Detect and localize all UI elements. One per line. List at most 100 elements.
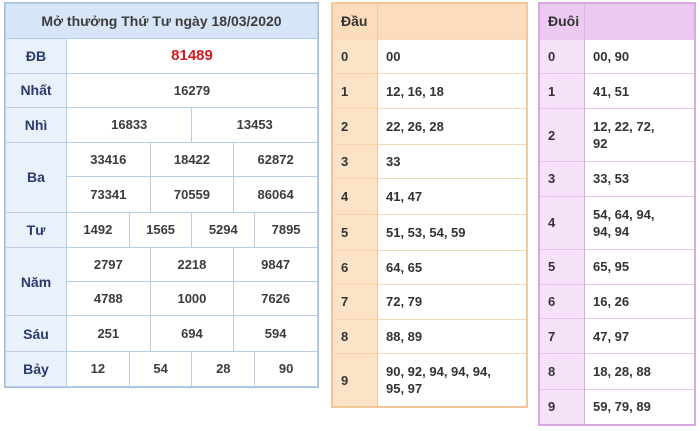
tail-digit-values: 33, 53: [584, 161, 694, 197]
head-digit-values: 33: [377, 143, 526, 179]
prize-bay-value: 12: [66, 350, 130, 388]
prize-bay-value: 28: [191, 350, 256, 388]
head-digit-key: 5: [333, 213, 378, 251]
head-digit-key: 2: [333, 107, 378, 145]
tail-digit-key: 9: [540, 388, 585, 424]
head-digit-values-line: 22, 26, 28: [386, 118, 444, 134]
results-table: Mở thưởng Thứ Tư ngày 18/03/2020 ĐB 8148…: [4, 2, 319, 388]
tail-digit-grid: Đuôi 0 00, 90 1 41, 51 2 12, 22, 72, 92 3 33,…: [540, 4, 694, 424]
head-digit-values-line: 00: [386, 48, 401, 64]
prize-ba-value: 62872: [233, 142, 318, 178]
head-digit-values: 90, 92, 94, 94, 94, 95, 97: [377, 353, 526, 406]
results-title: Mở thưởng Thứ Tư ngày 18/03/2020: [5, 2, 318, 40]
head-digit-table: Đầu 0 00 1 12, 16, 18 2 22, 26, 28 3 33 4 41,…: [331, 2, 528, 408]
head-digit-key: 9: [333, 353, 378, 406]
head-digit-key: 1: [333, 73, 378, 109]
tail-digit-values: 18, 28, 88: [584, 352, 694, 390]
prize-tu-value: 1492: [66, 211, 130, 248]
tail-digit-values: 16, 26: [584, 283, 694, 319]
prize-label-bay: Bảy: [5, 350, 67, 388]
prize-sau-value: 594: [233, 315, 318, 352]
head-digit-grid: Đầu 0 00 1 12, 16, 18 2 22, 26, 28 3 33 4 41,…: [333, 4, 526, 406]
prize-nhi-value: 13453: [191, 106, 318, 144]
head-digit-values: 41, 47: [377, 178, 526, 215]
tail-digit-values-line: 33, 53: [593, 171, 630, 187]
prize-ba-value: 18422: [149, 142, 235, 178]
prize-label-nam: Năm: [5, 246, 67, 317]
head-digit-values-line: 64, 65: [386, 259, 423, 275]
tail-digit-table: Đuôi 0 00, 90 1 41, 51 2 12, 22, 72, 92 3 33,…: [538, 2, 696, 426]
prize-tu-value: 7895: [254, 211, 318, 248]
tail-digit-header: Đuôi: [540, 4, 585, 40]
head-digit-values: 00: [377, 38, 526, 74]
prize-db-value: 81489: [66, 38, 318, 74]
prize-ba-value: 86064: [233, 176, 318, 213]
head-digit-values: 88, 89: [377, 318, 526, 354]
head-digit-values: 64, 65: [377, 249, 526, 285]
results-grid: Mở thưởng Thứ Tư ngày 18/03/2020 ĐB 8148…: [5, 2, 318, 388]
head-digit-key: 7: [333, 284, 378, 320]
head-digit-key: 3: [333, 143, 378, 179]
prize-sau-value: 251: [66, 315, 151, 352]
tail-digit-values-line: 12, 22, 72,: [593, 119, 655, 135]
tail-digit-values-line: 41, 51: [593, 83, 630, 99]
prize-bay-value: 90: [254, 350, 318, 388]
prize-ba-value: 33416: [66, 142, 151, 178]
prize-label-db: ĐB: [5, 38, 67, 74]
tail-digit-header-values: [584, 4, 694, 40]
tail-digit-key: 1: [540, 73, 585, 109]
prize-ba-value: 70559: [149, 176, 235, 213]
head-digit-key: 4: [333, 178, 378, 215]
head-digit-header: Đầu: [333, 4, 378, 40]
head-digit-values-line: 33: [386, 153, 401, 169]
tail-digit-values: 00, 90: [584, 38, 694, 74]
head-digit-values-line: 51, 53, 54, 59: [386, 224, 466, 240]
head-digit-values-line: 95, 97: [386, 381, 423, 397]
prize-label-ba: Ba: [5, 142, 67, 213]
tail-digit-values-line: 54, 64, 94,: [593, 206, 655, 222]
prize-tu-value: 5294: [191, 211, 256, 248]
prize-ba-value: 73341: [66, 176, 151, 213]
head-digit-values-line: 41, 47: [386, 189, 423, 205]
head-digit-values-line: 90, 92, 94, 94, 94,: [386, 364, 491, 380]
prize-nhat-value: 16279: [66, 72, 318, 108]
tail-digit-values-line: 59, 79, 89: [593, 399, 651, 415]
tail-digit-values-line: 92: [593, 136, 608, 152]
prize-label-tu: Tư: [5, 211, 67, 248]
prize-label-nhat: Nhất: [5, 72, 67, 108]
prize-nam-value: 4788: [66, 281, 151, 317]
prize-label-sau: Sáu: [5, 315, 67, 352]
head-digit-key: 0: [333, 38, 378, 74]
tail-digit-values-line: 47, 97: [593, 328, 630, 344]
prize-nhi-value: 16833: [65, 106, 193, 144]
prize-nam-value: 7626: [233, 281, 318, 317]
tail-digit-values-line: 65, 95: [593, 259, 630, 275]
head-digit-key: 6: [333, 249, 378, 285]
prize-nam-value: 2797: [66, 246, 151, 283]
tail-digit-key: 8: [540, 352, 585, 390]
prize-tu-value: 1565: [128, 211, 193, 248]
tail-digit-key: 2: [540, 108, 585, 162]
prize-label-nhi: Nhì: [5, 106, 67, 144]
tail-digit-values-line: 18, 28, 88: [593, 363, 651, 379]
head-digit-values-line: 12, 16, 18: [386, 83, 444, 99]
tail-digit-values: 65, 95: [584, 248, 694, 285]
head-digit-values: 72, 79: [377, 284, 526, 320]
tail-digit-key: 0: [540, 38, 585, 74]
head-digit-values-line: 72, 79: [386, 294, 423, 310]
prize-bay-value: 54: [128, 350, 193, 388]
tail-digit-values-line: 00, 90: [593, 49, 630, 65]
tail-digit-key: 4: [540, 195, 585, 250]
prize-sau-value: 694: [149, 315, 235, 352]
tail-digit-values: 47, 97: [584, 318, 694, 354]
head-digit-header-values: [377, 4, 526, 40]
prize-nam-value: 1000: [149, 281, 235, 317]
tail-digit-values-line: 94, 94: [593, 223, 630, 239]
tail-digit-key: 3: [540, 161, 585, 197]
tail-digit-values-line: 16, 26: [593, 293, 630, 309]
head-digit-values-line: 88, 89: [386, 329, 423, 345]
head-digit-values: 12, 16, 18: [377, 73, 526, 109]
prize-nam-value: 9847: [233, 246, 318, 283]
tail-digit-values: 12, 22, 72, 92: [584, 108, 694, 162]
tail-digit-key: 5: [540, 248, 585, 285]
